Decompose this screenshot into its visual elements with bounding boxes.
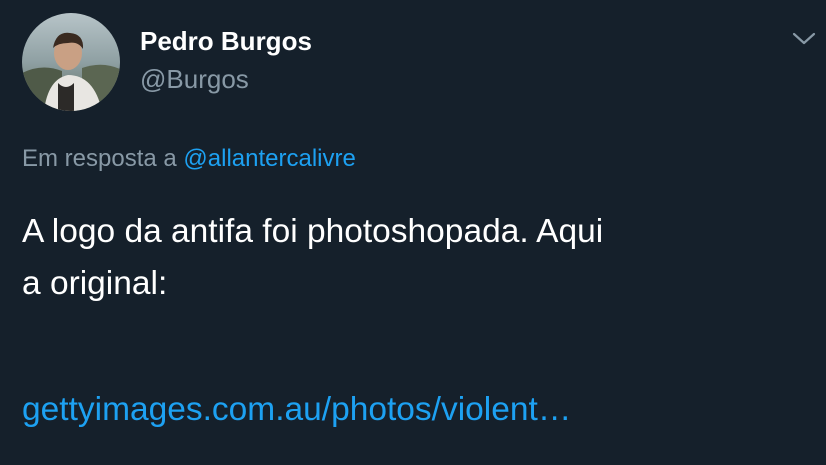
author-display-name[interactable]: Pedro Burgos (140, 24, 312, 58)
author-info: Pedro Burgos @Burgos (140, 24, 312, 96)
tweet-link[interactable]: gettyimages.com.au/photos/violent… (22, 384, 571, 436)
avatar-photo (22, 13, 120, 111)
reply-mention-link[interactable]: @allantercalivre (183, 145, 355, 172)
tweet-text-line: a original: (22, 265, 168, 302)
author-handle[interactable]: @Burgos (140, 62, 312, 96)
reply-prefix: Em resposta a (22, 145, 177, 172)
tweet-card: Pedro Burgos @Burgos Em resposta a @alla… (0, 0, 826, 465)
tweet-text-line: A logo da antifa foi photoshopada. Aqui (22, 213, 604, 250)
reply-context: Em resposta a @allantercalivre (22, 142, 356, 176)
avatar[interactable] (22, 13, 120, 111)
tweet-text: A logo da antifa foi photoshopada. Aqui … (22, 206, 812, 310)
chevron-down-icon[interactable] (790, 27, 818, 49)
